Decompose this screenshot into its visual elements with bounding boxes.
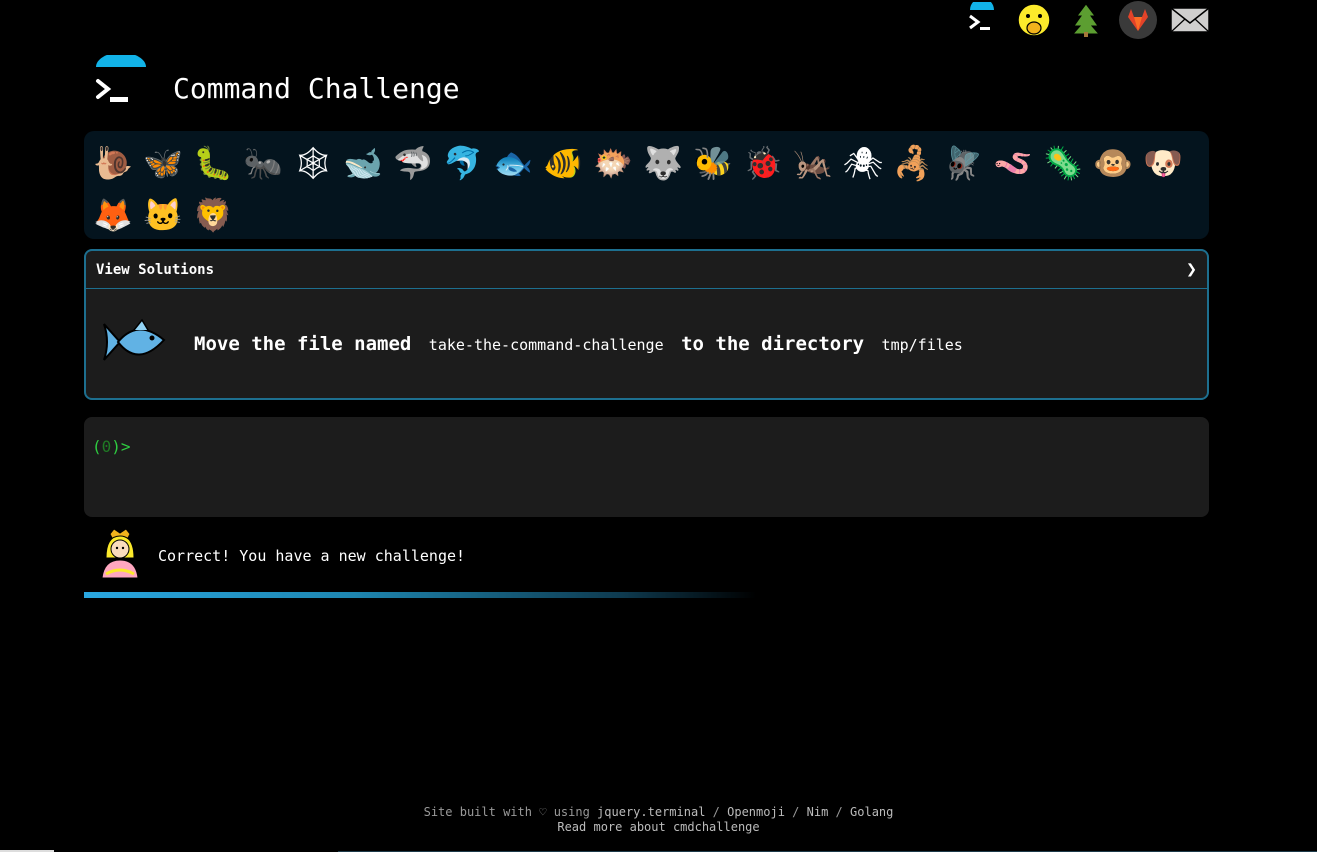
butterfly-icon[interactable]: 🦋 bbox=[138, 137, 188, 189]
scorpion-icon[interactable]: 🦂 bbox=[888, 137, 938, 189]
monkey-face-icon[interactable]: 🐵 bbox=[1088, 137, 1138, 189]
bee-icon[interactable]: 🐝 bbox=[688, 137, 738, 189]
status-message: Correct! You have a new challenge! bbox=[158, 547, 466, 565]
fly-icon[interactable]: 🪰 bbox=[938, 137, 988, 189]
tree-icon[interactable] bbox=[1064, 0, 1108, 40]
status-row: Correct! You have a new challenge! bbox=[98, 528, 465, 584]
gitlab-icon[interactable] bbox=[1116, 0, 1160, 40]
heart-icon: ♡ bbox=[539, 805, 547, 819]
view-solutions-label: View Solutions bbox=[96, 261, 215, 278]
terminal-icon[interactable] bbox=[960, 0, 1004, 40]
logo-terminal-icon bbox=[92, 52, 148, 109]
footer-prefix: Site built with bbox=[423, 805, 532, 819]
task-text-middle: to the directory bbox=[681, 333, 865, 355]
fish-icon[interactable]: 🐟 bbox=[488, 137, 538, 189]
fox-icon[interactable]: 🦊 bbox=[88, 189, 138, 241]
face-with-hand-over-mouth-icon[interactable] bbox=[1012, 0, 1056, 40]
fish-icon bbox=[98, 314, 168, 374]
task-directory: tmp/files bbox=[881, 336, 963, 354]
spider-icon[interactable]: 🕷 bbox=[838, 137, 888, 189]
jquery-terminal-link[interactable]: jquery.terminal bbox=[597, 805, 705, 819]
shark-icon[interactable]: 🦈 bbox=[388, 137, 438, 189]
view-solutions-toggle[interactable]: View Solutions ❯ bbox=[86, 251, 1207, 289]
prompt-count: 0 bbox=[101, 437, 112, 456]
chevron-right-icon: ❯ bbox=[1186, 259, 1197, 280]
footer: Site built with ♡ using jquery.terminal … bbox=[0, 805, 1317, 835]
golang-link[interactable]: Golang bbox=[850, 805, 893, 819]
terminal-input[interactable]: (0)> bbox=[84, 417, 1209, 517]
nim-link[interactable]: Nim bbox=[807, 805, 829, 819]
cricket-icon[interactable]: 🦗 bbox=[788, 137, 838, 189]
snail-icon[interactable]: 🐌 bbox=[88, 137, 138, 189]
separator: / bbox=[792, 805, 800, 819]
progress-bar bbox=[84, 592, 764, 598]
spider-web-icon[interactable]: 🕸 bbox=[288, 137, 338, 189]
envelope-icon[interactable] bbox=[1168, 0, 1212, 40]
blowfish-icon[interactable]: 🐡 bbox=[588, 137, 638, 189]
dog-face-icon[interactable]: 🐶 bbox=[1138, 137, 1188, 189]
dolphin-icon[interactable]: 🐬 bbox=[438, 137, 488, 189]
read-more-link[interactable]: Read more about cmdchallenge bbox=[557, 820, 759, 834]
footer-using: using bbox=[553, 805, 590, 819]
tropical-fish-icon[interactable]: 🐠 bbox=[538, 137, 588, 189]
prompt-open: ( bbox=[92, 437, 102, 456]
separator: / bbox=[712, 805, 720, 819]
openmoji-link[interactable]: Openmoji bbox=[727, 805, 785, 819]
lady-beetle-icon[interactable]: 🐞 bbox=[738, 137, 788, 189]
princess-icon bbox=[98, 528, 142, 584]
whale-icon[interactable]: 🐋 bbox=[338, 137, 388, 189]
prompt-close: )> bbox=[111, 437, 131, 456]
wolf-icon[interactable]: 🐺 bbox=[638, 137, 688, 189]
microbe-icon[interactable]: 🦠 bbox=[1038, 137, 1088, 189]
separator: / bbox=[835, 805, 843, 819]
ant-icon[interactable]: 🐜 bbox=[238, 137, 288, 189]
worm-icon[interactable]: 🪱 bbox=[988, 137, 1038, 189]
lion-icon[interactable]: 🦁 bbox=[188, 189, 238, 241]
top-nav bbox=[960, 0, 1212, 40]
progress-fill bbox=[84, 592, 756, 598]
task-text-before: Move the file named bbox=[194, 333, 412, 355]
challenge-card: View Solutions ❯ Move the file named tak… bbox=[84, 249, 1209, 400]
caterpillar-icon[interactable]: 🐛 bbox=[188, 137, 238, 189]
cat-face-icon[interactable]: 🐱 bbox=[138, 189, 188, 241]
page-title: Command Challenge bbox=[173, 72, 460, 105]
challenge-description: Move the file named take-the-command-cha… bbox=[194, 333, 969, 355]
animal-badges: 🐌 🦋 🐛 🐜 🕸 🐋 🦈 🐬 🐟 🐠 🐡 🐺 🐝 🐞 🦗 🕷 🦂 🪰 🪱 🦠 🐵 🐶 🦊 🐱 🦁 bbox=[84, 131, 1209, 239]
task-file-name: take-the-command-challenge bbox=[428, 336, 664, 354]
